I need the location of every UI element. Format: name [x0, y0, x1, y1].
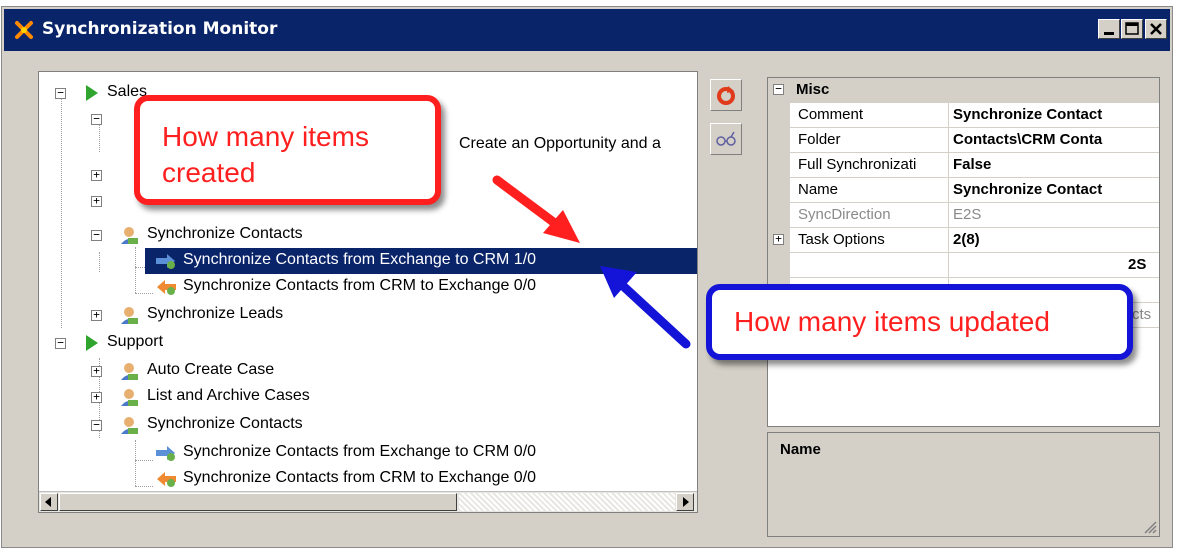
updated-callout-text: How many items updated [734, 306, 1050, 337]
red-arrow [492, 175, 580, 243]
created-callout-text: How many items created [162, 121, 369, 188]
annotation-arrows [492, 175, 691, 349]
updated-callout: How many items updated [706, 284, 1133, 360]
blue-arrow [600, 266, 691, 349]
created-callout: How many items created [134, 95, 441, 205]
